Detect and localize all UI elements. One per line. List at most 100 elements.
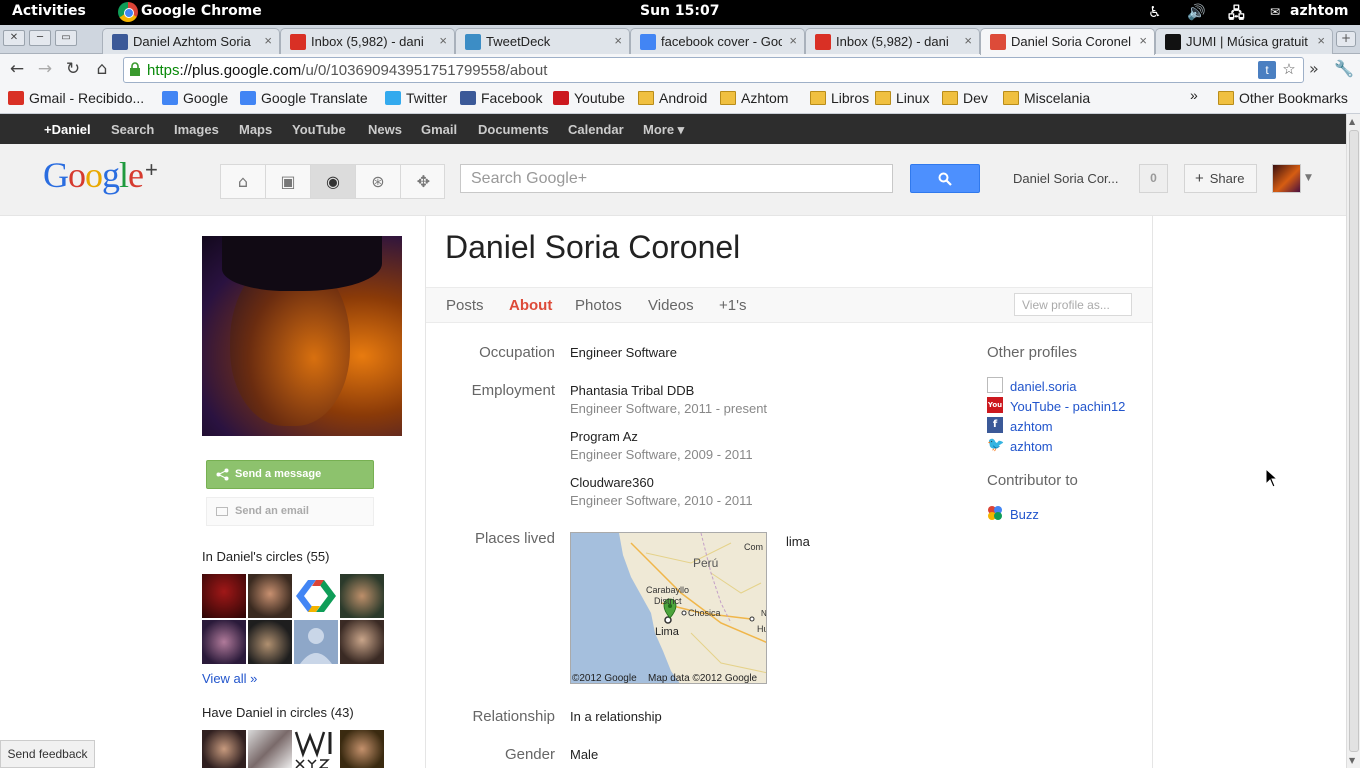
bookmark-item[interactable]: Android <box>638 90 707 106</box>
extensions-overflow-icon[interactable]: » <box>1309 59 1319 78</box>
follower-avatar[interactable] <box>248 730 292 768</box>
reload-icon[interactable]: ↻ <box>62 59 84 81</box>
profile-link[interactable]: YouTube - pachin12 <box>1010 399 1125 414</box>
home-stream-icon[interactable]: ⌂ <box>221 165 266 198</box>
gplus-logo[interactable]: Google+ <box>43 154 158 196</box>
back-icon[interactable]: ← <box>6 59 28 81</box>
bookmark-item[interactable]: Gmail - Recibido... <box>8 90 144 106</box>
tab-posts[interactable]: Posts <box>446 297 484 314</box>
account-avatar[interactable] <box>1272 164 1301 193</box>
chevron-down-icon[interactable]: ▼ <box>1305 173 1312 183</box>
profile-icon[interactable]: ◉ <box>311 165 356 198</box>
bookmark-item[interactable]: Linux <box>875 90 929 106</box>
page-scrollbar[interactable]: ▲ ▼ <box>1346 114 1360 768</box>
gbar-link[interactable]: Documents <box>478 122 549 137</box>
gbar-link[interactable]: +Daniel <box>44 122 91 137</box>
circle-member-avatar[interactable] <box>340 620 384 664</box>
circle-member-avatar[interactable] <box>248 620 292 664</box>
follower-avatar[interactable] <box>202 730 246 768</box>
send-message-button[interactable]: Send a message <box>206 460 374 489</box>
browser-tab[interactable]: Daniel Azhtom Soria × <box>102 28 280 54</box>
tab-photos[interactable]: Photos <box>575 297 622 314</box>
browser-tab[interactable]: JUMI | Música gratuit × <box>1155 28 1333 54</box>
tab-videos[interactable]: Videos <box>648 297 694 314</box>
scroll-up-icon[interactable]: ▲ <box>1349 117 1355 126</box>
tab-close-icon[interactable]: × <box>439 33 447 48</box>
tab-close-icon[interactable]: × <box>789 33 797 48</box>
follower-avatar[interactable] <box>294 730 338 768</box>
tab-close-icon[interactable]: × <box>614 33 622 48</box>
circles-icon[interactable]: ⊛ <box>356 165 401 198</box>
tab-close-icon[interactable]: × <box>964 33 972 48</box>
circle-member-avatar[interactable] <box>294 620 338 664</box>
circle-member-avatar[interactable] <box>202 574 246 618</box>
bookmark-item[interactable]: Google Translate <box>240 90 368 106</box>
gbar-link[interactable]: Search <box>111 122 154 137</box>
tab-close-icon[interactable]: × <box>1139 33 1147 48</box>
bookmark-item[interactable]: Google <box>162 90 228 106</box>
browser-tab[interactable]: facebook cover - Goo × <box>630 28 805 54</box>
user-menu[interactable]: azhtom <box>1290 3 1348 19</box>
scroll-down-icon[interactable]: ▼ <box>1349 756 1355 765</box>
forward-icon[interactable]: → <box>34 59 56 81</box>
tab-about[interactable]: About <box>509 297 552 314</box>
share-button[interactable]: + Share <box>1184 164 1257 193</box>
gbar-link[interactable]: Gmail <box>421 122 457 137</box>
games-icon[interactable]: ✥ <box>401 165 446 198</box>
circle-member-avatar[interactable] <box>202 620 246 664</box>
wrench-menu-icon[interactable]: 🔧 <box>1334 59 1354 78</box>
circle-member-avatar[interactable] <box>248 574 292 618</box>
activities-button[interactable]: Activities <box>12 3 86 19</box>
bookmark-star-icon[interactable]: ☆ <box>1280 61 1298 79</box>
window-minimize-button[interactable]: ─ <box>29 30 51 46</box>
tumblr-extension-icon[interactable]: t <box>1258 61 1276 79</box>
tab-close-icon[interactable]: × <box>264 33 272 48</box>
new-tab-button[interactable]: + <box>1336 31 1356 47</box>
gbar-link[interactable]: More ▾ <box>643 122 684 138</box>
profile-link[interactable]: azhtom <box>1010 439 1053 454</box>
other-bookmarks[interactable]: Other Bookmarks <box>1218 90 1348 106</box>
bookmarks-overflow-icon[interactable]: » <box>1190 87 1198 103</box>
view-all-link[interactable]: View all » <box>202 671 257 686</box>
gbar-link[interactable]: YouTube <box>292 122 346 137</box>
gbar-link[interactable]: Images <box>174 122 219 137</box>
notification-count[interactable]: 0 <box>1139 164 1168 193</box>
follower-avatar[interactable] <box>340 730 384 768</box>
contribution-link[interactable]: Buzz <box>1010 507 1039 522</box>
window-close-button[interactable]: ✕ <box>3 30 25 46</box>
send-email-button[interactable]: Send an email <box>206 497 374 526</box>
search-button[interactable] <box>910 164 980 193</box>
account-name[interactable]: Daniel Soria Cor... <box>1013 171 1119 186</box>
view-profile-as-input[interactable]: View profile as... <box>1014 293 1132 316</box>
tab-1s[interactable]: +1's <box>719 297 746 314</box>
circle-member-avatar[interactable] <box>294 574 338 618</box>
gbar-link[interactable]: News <box>368 122 402 137</box>
volume-icon[interactable]: 🔊 <box>1187 3 1206 21</box>
bookmark-item[interactable]: Twitter <box>385 90 447 106</box>
bookmark-item[interactable]: Youtube <box>553 90 625 106</box>
bookmark-item[interactable]: Facebook <box>460 90 542 106</box>
profile-link[interactable]: daniel.soria <box>1010 379 1077 394</box>
accessibility-icon[interactable]: ♿ <box>1148 3 1161 21</box>
gbar-link[interactable]: Maps <box>239 122 272 137</box>
photos-icon[interactable]: ▣ <box>266 165 311 198</box>
bookmark-item[interactable]: Dev <box>942 90 988 106</box>
address-bar[interactable]: https://plus.google.com/u/0/103690943951… <box>123 57 1304 83</box>
browser-tab[interactable]: Daniel Soria Coronel × <box>980 28 1155 55</box>
browser-tab[interactable]: TweetDeck × <box>455 28 630 54</box>
tab-close-icon[interactable]: × <box>1317 33 1325 48</box>
clock[interactable]: Sun 15:07 <box>640 3 719 19</box>
browser-tab[interactable]: Inbox (5,982) - dani × <box>280 28 455 54</box>
app-menu[interactable]: Google Chrome <box>141 3 262 19</box>
bookmark-item[interactable]: Libros <box>810 90 869 106</box>
browser-tab[interactable]: Inbox (5,982) - dani × <box>805 28 980 54</box>
gplus-search-input[interactable]: Search Google+ <box>460 164 893 193</box>
home-icon[interactable]: ⌂ <box>91 59 113 81</box>
bookmark-item[interactable]: Azhtom <box>720 90 788 106</box>
window-maximize-button[interactable]: ▭ <box>55 30 77 46</box>
scrollbar-thumb[interactable] <box>1349 130 1359 752</box>
places-map[interactable]: Perú Carabayllo District Chosica Lima Co… <box>570 532 767 684</box>
circle-member-avatar[interactable] <box>340 574 384 618</box>
bookmark-item[interactable]: Miscelania <box>1003 90 1090 106</box>
send-feedback-button[interactable]: Send feedback <box>0 740 95 768</box>
